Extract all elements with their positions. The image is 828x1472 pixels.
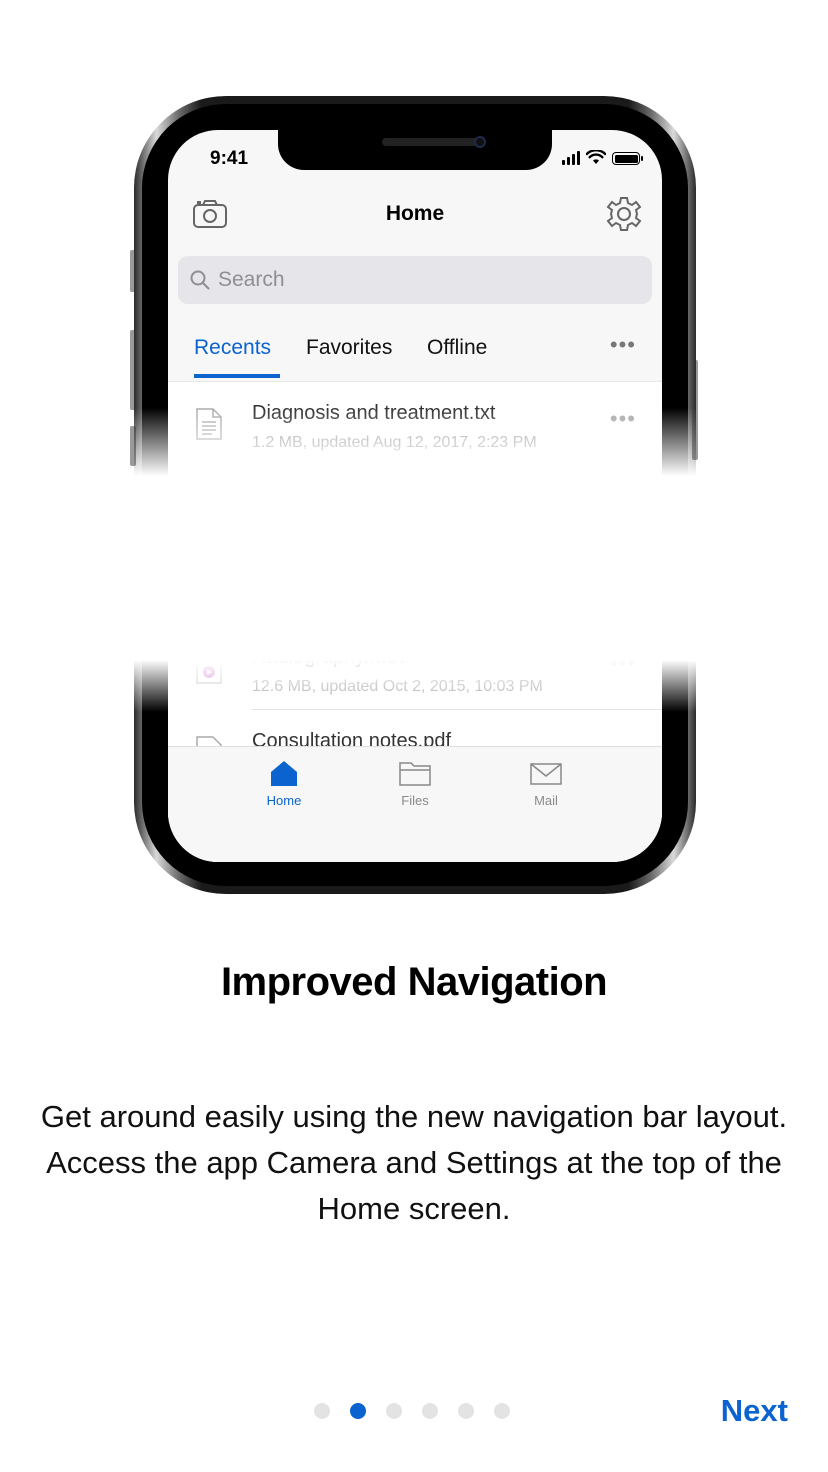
gear-icon[interactable] bbox=[606, 196, 642, 232]
tab-bar-label: Home bbox=[266, 793, 302, 808]
mail-icon bbox=[530, 763, 562, 785]
tab-favorites[interactable]: Favorites bbox=[306, 336, 392, 360]
folder-icon bbox=[399, 762, 431, 786]
tab-bar-files[interactable]: Files bbox=[375, 759, 455, 808]
page-dot[interactable] bbox=[314, 1403, 330, 1419]
tabs-more-button[interactable]: ••• bbox=[610, 332, 636, 358]
app-tab-bar: Home Files Mail bbox=[168, 746, 662, 862]
phone-top-section: 9:41 Home Search Recents Favorites Offli… bbox=[134, 96, 696, 476]
page-dot-current[interactable] bbox=[350, 1403, 366, 1419]
file-name: Radiography.mov bbox=[252, 660, 407, 669]
text-file-icon bbox=[196, 408, 222, 440]
search-placeholder: Search bbox=[218, 268, 285, 291]
phone-screen: Radiography.mov 12.6 MB, updated Oct 2, … bbox=[168, 660, 662, 862]
tab-bar-label: Files bbox=[401, 793, 429, 808]
onboarding-description: Get around easily using the new navigati… bbox=[40, 1099, 788, 1226]
file-meta: 1.2 MB, updated Aug 12, 2017, 2:23 PM bbox=[252, 434, 537, 451]
front-camera bbox=[474, 136, 486, 148]
search-input[interactable]: Search bbox=[178, 256, 652, 304]
battery-icon bbox=[612, 152, 643, 165]
home-icon bbox=[271, 761, 297, 786]
row-more-button[interactable]: ••• bbox=[610, 406, 636, 432]
page-dot[interactable] bbox=[458, 1403, 474, 1419]
file-tabs: Recents Favorites Offline ••• bbox=[168, 330, 662, 382]
earpiece-speaker bbox=[382, 138, 478, 146]
status-time: 9:41 bbox=[210, 148, 249, 169]
status-icons bbox=[562, 150, 643, 165]
onboarding-title: Improved Navigation bbox=[220, 960, 608, 1004]
tab-bar-label: Mail bbox=[534, 793, 558, 808]
file-meta: 12.6 MB, updated Oct 2, 2015, 10:03 PM bbox=[252, 678, 543, 695]
page-dot[interactable] bbox=[422, 1403, 438, 1419]
phone-notch bbox=[278, 130, 552, 170]
row-more-button[interactable]: ••• bbox=[610, 660, 636, 676]
page-dot[interactable] bbox=[494, 1403, 510, 1419]
tab-offline[interactable]: Offline bbox=[427, 336, 487, 360]
list-item[interactable]: Radiography.mov 12.6 MB, updated Oct 2, … bbox=[168, 660, 662, 710]
phone-illustration: 9:41 Home Search Recents Favorites Offli… bbox=[0, 0, 828, 900]
list-item[interactable]: Diagnosis and treatment.txt 1.2 MB, upda… bbox=[168, 382, 662, 466]
tab-bar-mail[interactable]: Mail bbox=[506, 759, 586, 808]
search-icon bbox=[190, 270, 210, 290]
app-nav-bar: Home bbox=[168, 192, 662, 240]
cellular-signal-icon bbox=[562, 151, 580, 165]
next-button[interactable]: Next bbox=[721, 1393, 788, 1429]
tab-bar-home[interactable]: Home bbox=[244, 759, 324, 808]
page-dot[interactable] bbox=[386, 1403, 402, 1419]
file-name: Diagnosis and treatment.txt bbox=[252, 402, 496, 424]
phone-screen: 9:41 Home Search Recents Favorites Offli… bbox=[168, 130, 662, 476]
active-tab-indicator bbox=[194, 374, 280, 378]
wifi-icon bbox=[586, 150, 606, 164]
file-list: Diagnosis and treatment.txt 1.2 MB, upda… bbox=[168, 382, 662, 476]
phone-bottom-section: Radiography.mov 12.6 MB, updated Oct 2, … bbox=[134, 660, 696, 896]
video-file-icon bbox=[196, 660, 222, 684]
tab-recents[interactable]: Recents bbox=[194, 336, 271, 360]
app-nav-title: Home bbox=[385, 202, 445, 225]
page-indicator[interactable] bbox=[314, 1403, 510, 1419]
